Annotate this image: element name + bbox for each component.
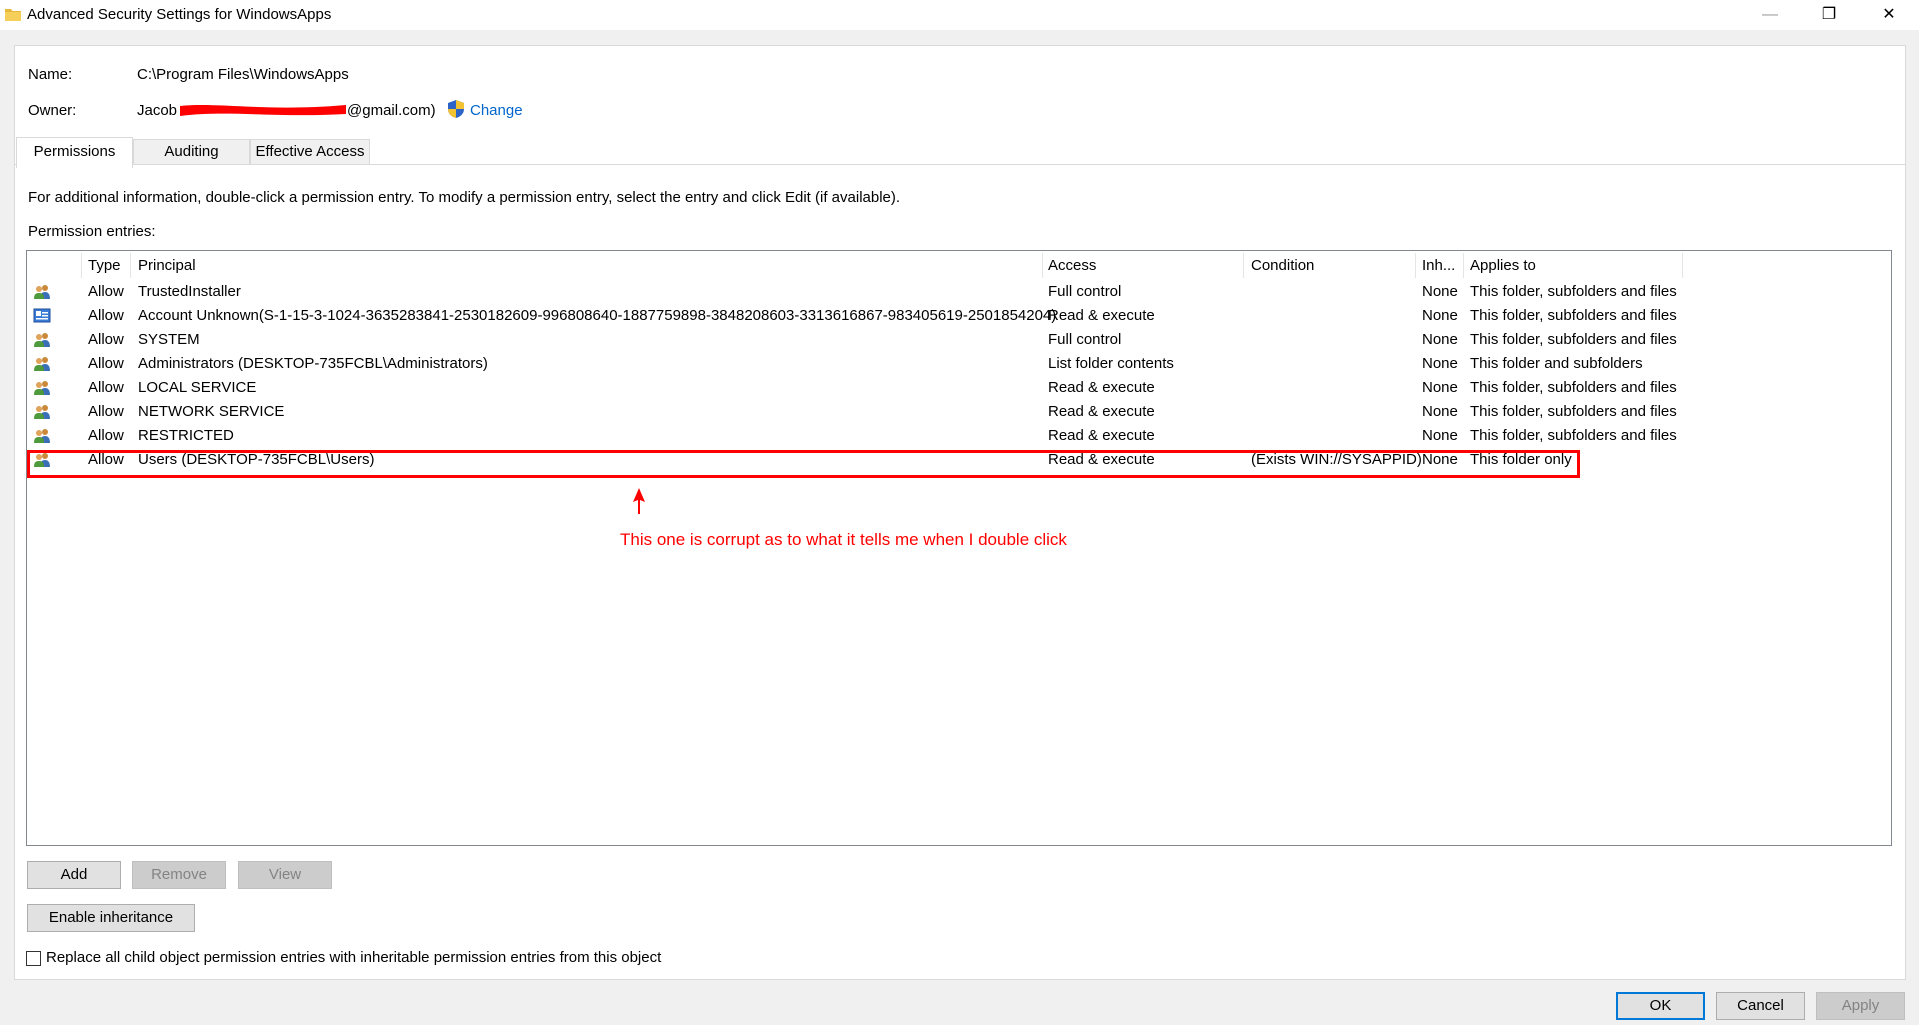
cancel-button[interactable]: Cancel [1716, 992, 1805, 1020]
cell-inherited: None [1422, 403, 1458, 420]
cell-applies: This folder and subfolders [1470, 355, 1643, 372]
table-row[interactable]: Allow Administrators (DESKTOP-735FCBL\Adm… [27, 352, 1891, 376]
instructions-text: For additional information, double-click… [28, 189, 901, 206]
unknown-account-icon [33, 308, 51, 324]
tab-permissions[interactable]: Permissions [16, 137, 133, 168]
name-label: Name: [28, 66, 73, 83]
cell-applies: This folder, subfolders and files [1470, 331, 1677, 348]
window-title: Advanced Security Settings for WindowsAp… [27, 6, 332, 23]
column-divider[interactable] [1243, 253, 1244, 278]
cell-applies: This folder, subfolders and files [1470, 427, 1677, 444]
cell-applies: This folder, subfolders and files [1470, 403, 1677, 420]
apply-button[interactable]: Apply [1816, 992, 1905, 1020]
cell-access: Read & execute [1048, 307, 1155, 324]
change-owner-link[interactable]: Change [470, 102, 523, 119]
cell-applies: This folder, subfolders and files [1470, 379, 1677, 396]
table-row[interactable]: Allow TrustedInstaller Full control None Thi… [27, 280, 1891, 304]
column-access[interactable]: Access [1048, 257, 1096, 274]
user-group-icon [33, 380, 51, 396]
permission-entries-label: Permission entries: [28, 223, 156, 240]
cell-inherited: None [1422, 307, 1458, 324]
annotation-text: This one is corrupt as to what it tells … [620, 530, 1067, 549]
owner-email: @gmail.com) [347, 102, 436, 119]
table-row[interactable]: Allow RESTRICTED Read & execute None This fo… [27, 424, 1891, 448]
user-group-icon [33, 404, 51, 420]
user-group-icon [33, 284, 51, 300]
table-row[interactable]: Allow Account Unknown(S-1-15-3-1024-36352… [27, 304, 1891, 328]
column-condition[interactable]: Condition [1251, 257, 1314, 274]
cell-type: Allow [88, 307, 124, 324]
cell-access: List folder contents [1048, 355, 1174, 372]
tab-auditing[interactable]: Auditing [133, 139, 250, 165]
view-button[interactable]: View [238, 861, 332, 889]
cell-principal: SYSTEM [138, 331, 200, 348]
owner-first-name: Jacob [137, 102, 178, 119]
cell-inherited: None [1422, 355, 1458, 372]
annotation-highlight-box [27, 450, 1580, 478]
close-button[interactable]: ✕ [1860, 0, 1918, 30]
add-button[interactable]: Add [27, 861, 121, 889]
cell-type: Allow [88, 427, 124, 444]
cell-principal: LOCAL SERVICE [138, 379, 257, 396]
table-row[interactable]: Allow SYSTEM Full control None This folder, … [27, 328, 1891, 352]
cell-principal: Account Unknown(S-1-15-3-1024-3635283841… [138, 307, 1057, 324]
cell-principal: RESTRICTED [138, 427, 234, 444]
column-divider[interactable] [81, 253, 82, 278]
owner-label: Owner: [28, 102, 77, 119]
column-inherited[interactable]: Inh... [1422, 257, 1455, 274]
cell-inherited: None [1422, 283, 1458, 300]
table-row[interactable]: Allow NETWORK SERVICE Read & execute None Th… [27, 400, 1891, 424]
cell-type: Allow [88, 403, 124, 420]
cell-access: Read & execute [1048, 379, 1155, 396]
cell-access: Read & execute [1048, 403, 1155, 420]
column-type[interactable]: Type [88, 257, 121, 274]
minimize-button[interactable]: — [1741, 0, 1799, 30]
replace-child-entries-checkbox[interactable] [26, 951, 41, 966]
replace-child-entries-label[interactable]: Replace all child object permission entr… [46, 949, 661, 966]
column-divider[interactable] [130, 253, 131, 278]
table-row[interactable]: Allow LOCAL SERVICE Read & execute None This… [27, 376, 1891, 400]
uac-shield-icon [448, 100, 464, 118]
cell-type: Allow [88, 379, 124, 396]
remove-button[interactable]: Remove [132, 861, 226, 889]
cell-access: Read & execute [1048, 427, 1155, 444]
user-group-icon [33, 428, 51, 444]
cell-principal: TrustedInstaller [138, 283, 241, 300]
ok-button[interactable]: OK [1616, 992, 1705, 1020]
cell-inherited: None [1422, 379, 1458, 396]
column-principal[interactable]: Principal [138, 257, 196, 274]
cell-principal: Administrators (DESKTOP-735FCBL\Administ… [138, 355, 488, 372]
column-divider[interactable] [1463, 253, 1464, 278]
folder-icon [5, 9, 21, 21]
enable-inheritance-button[interactable]: Enable inheritance [27, 904, 195, 932]
cell-principal: NETWORK SERVICE [138, 403, 285, 420]
name-value: C:\Program Files\WindowsApps [137, 66, 349, 83]
user-group-icon [33, 332, 51, 348]
column-applies-to[interactable]: Applies to [1470, 257, 1536, 274]
cell-applies: This folder, subfolders and files [1470, 307, 1677, 324]
cell-inherited: None [1422, 427, 1458, 444]
restore-button[interactable]: ❐ [1800, 0, 1858, 30]
column-divider[interactable] [1042, 253, 1043, 278]
cell-type: Allow [88, 331, 124, 348]
column-divider[interactable] [1682, 253, 1683, 278]
cell-applies: This folder, subfolders and files [1470, 283, 1677, 300]
cell-access: Full control [1048, 331, 1122, 348]
cell-type: Allow [88, 355, 124, 372]
annotation-arrow-icon [633, 488, 645, 514]
cell-type: Allow [88, 283, 124, 300]
column-divider[interactable] [1415, 253, 1416, 278]
cell-inherited: None [1422, 331, 1458, 348]
user-group-icon [33, 356, 51, 372]
redaction-scribble [180, 105, 346, 116]
tab-effective-access[interactable]: Effective Access [250, 139, 370, 165]
cell-access: Full control [1048, 283, 1122, 300]
